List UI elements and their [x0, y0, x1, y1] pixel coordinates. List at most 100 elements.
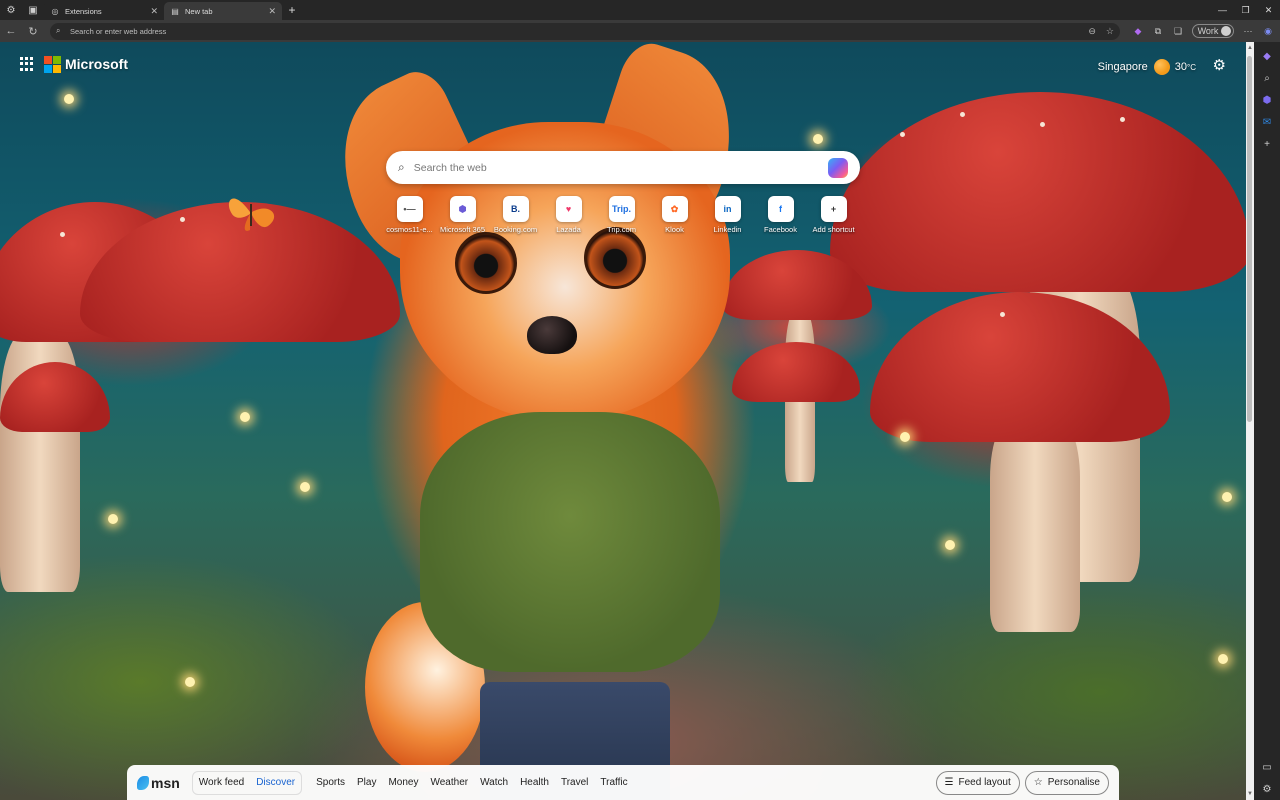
copilot-sidebar-icon[interactable]: ◆	[1258, 45, 1276, 67]
shortcut-plus[interactable]: + Add shortcut	[807, 196, 860, 234]
web-search-box[interactable]: ⌕	[386, 151, 860, 184]
weather-widget[interactable]: Singapore 30 °C	[1098, 59, 1196, 75]
mushroom-cap	[732, 342, 860, 402]
close-tab-icon[interactable]: ✕	[150, 6, 158, 17]
address-placeholder: Search or enter web address	[70, 26, 167, 36]
sidebar-settings-icon[interactable]: ⚙	[1258, 778, 1276, 800]
brand-name[interactable]: Microsoft	[65, 56, 128, 72]
restore-icon[interactable]: ❐	[1234, 0, 1257, 20]
personalise-label: Personalise	[1047, 777, 1100, 788]
scroll-up-icon[interactable]: ▲	[1246, 44, 1254, 52]
collections-icon[interactable]: ❏	[1168, 20, 1188, 42]
tab-new-tab[interactable]: ▤ New tab ✕	[164, 2, 282, 20]
shortcut-booking[interactable]: B. Booking.com	[489, 196, 542, 234]
firefly-glow	[1222, 492, 1232, 502]
shortcut-trip[interactable]: Trip. Trip.com	[595, 196, 648, 234]
klook-icon: ✿	[661, 196, 688, 222]
settings-gear-icon[interactable]: ⚙	[1213, 56, 1226, 74]
butterfly-icon	[228, 198, 275, 231]
close-window-icon[interactable]: ✕	[1257, 0, 1280, 20]
profile-button[interactable]: Work	[1192, 24, 1234, 38]
nav-health[interactable]: Health	[514, 777, 555, 788]
more-options-icon[interactable]: ···	[1238, 20, 1258, 42]
cosmos-icon: •—	[396, 196, 423, 222]
workspaces-icon[interactable]: ⚙	[0, 0, 22, 20]
copilot-extension-icon[interactable]: ◆	[1128, 20, 1148, 42]
search-input[interactable]	[413, 161, 828, 174]
shortcut-label: cosmos11-e...	[386, 225, 433, 234]
scrollbar-thumb[interactable]	[1247, 56, 1252, 422]
tab-discover[interactable]: Discover	[250, 777, 301, 788]
feed-toggle: Work feed Discover	[191, 770, 303, 795]
zoom-icon[interactable]: ⊖	[1088, 26, 1096, 37]
shortcut-lazada[interactable]: ♥ Lazada	[542, 196, 595, 234]
minimize-icon[interactable]: —	[1211, 0, 1234, 20]
shortcut-cosmos[interactable]: •— cosmos11-e...	[383, 196, 436, 234]
close-tab-icon[interactable]: ✕	[268, 6, 276, 17]
firefly-glow	[900, 432, 910, 442]
tab-extensions[interactable]: ◎ Extensions ✕	[44, 2, 164, 20]
toolbar: ◆ ⧉ ❏ Work ··· ◉	[1128, 20, 1278, 42]
shortcut-label: Klook	[665, 225, 684, 234]
window-controls: — ❐ ✕	[1211, 0, 1280, 20]
firefly-glow	[300, 482, 310, 492]
booking-icon: B.	[502, 196, 529, 222]
nav-weather[interactable]: Weather	[424, 777, 474, 788]
nav-sports[interactable]: Sports	[310, 777, 351, 788]
personalise-button[interactable]: ☆ Personalise	[1024, 770, 1109, 795]
extensions-icon: ◎	[51, 6, 59, 16]
firefly-glow	[108, 514, 118, 524]
extensions-puzzle-icon[interactable]: ⧉	[1148, 20, 1168, 42]
shortcut-label: Trip.com	[607, 225, 636, 234]
fox-eye	[584, 227, 646, 289]
shortcut-klook[interactable]: ✿ Klook	[648, 196, 701, 234]
firefly-glow	[1218, 654, 1228, 664]
weather-temperature: 30	[1174, 61, 1188, 73]
nav-play[interactable]: Play	[351, 777, 382, 788]
search-sidebar-icon[interactable]: ⌕	[1258, 67, 1276, 89]
fox-hoodie	[420, 412, 720, 672]
nav-travel[interactable]: Travel	[555, 777, 594, 788]
profile-label: Work	[1197, 26, 1219, 36]
office-sidebar-icon[interactable]: ⬢	[1258, 89, 1276, 111]
scroll-down-icon[interactable]: ▼	[1246, 790, 1254, 798]
firefly-glow	[240, 412, 250, 422]
firefly-glow	[64, 94, 74, 104]
tab-actions-icon[interactable]: ▣	[22, 0, 44, 20]
firefly-glow	[945, 540, 955, 550]
new-tab-button[interactable]: +	[282, 0, 302, 20]
mushroom-spot	[180, 217, 185, 222]
feed-layout-button[interactable]: ☰ Feed layout	[935, 770, 1020, 795]
lazada-icon: ♥	[555, 196, 582, 222]
mushroom-spot	[1040, 122, 1045, 127]
avatar	[1221, 26, 1231, 36]
shortcut-microsoft365[interactable]: ⬢ Microsoft 365	[436, 196, 489, 234]
nav-traffic[interactable]: Traffic	[594, 777, 633, 788]
quick-links: •— cosmos11-e... ⬢ Microsoft 365 B. Booking.c…	[383, 196, 860, 234]
weather-sun-icon	[1153, 59, 1170, 75]
outlook-sidebar-icon[interactable]: ✉	[1258, 111, 1276, 133]
msn-bird-icon	[137, 775, 149, 790]
shortcut-label: Linkedin	[713, 225, 742, 234]
nav-watch[interactable]: Watch	[474, 777, 514, 788]
back-icon[interactable]: ←	[0, 20, 22, 42]
weather-city: Singapore	[1097, 61, 1148, 73]
nav-money[interactable]: Money	[382, 777, 424, 788]
address-bar[interactable]: ⌕ Search or enter web address ⊖ ☆	[50, 22, 1120, 40]
shortcut-label: Booking.com	[493, 225, 538, 234]
msn-logo[interactable]: msn	[137, 775, 180, 791]
shortcut-label: Lazada	[556, 225, 581, 234]
page-header: Microsoft	[20, 56, 128, 73]
copilot-icon[interactable]: ◉	[1258, 20, 1278, 42]
shortcut-linkedin[interactable]: in Linkedin	[701, 196, 754, 234]
refresh-icon[interactable]: ↻	[22, 20, 44, 42]
add-sidebar-app-icon[interactable]: +	[1258, 133, 1276, 155]
msn-brand: msn	[151, 774, 180, 791]
favorite-star-icon[interactable]: ☆	[1106, 26, 1114, 37]
shortcut-label: Add shortcut	[812, 225, 855, 234]
screen-sidebar-icon[interactable]: ▭	[1258, 756, 1276, 778]
copilot-icon[interactable]	[828, 157, 848, 178]
shortcut-facebook[interactable]: f Facebook	[754, 196, 807, 234]
app-launcher-icon[interactable]	[20, 57, 34, 71]
tab-work-feed[interactable]: Work feed	[193, 777, 250, 788]
